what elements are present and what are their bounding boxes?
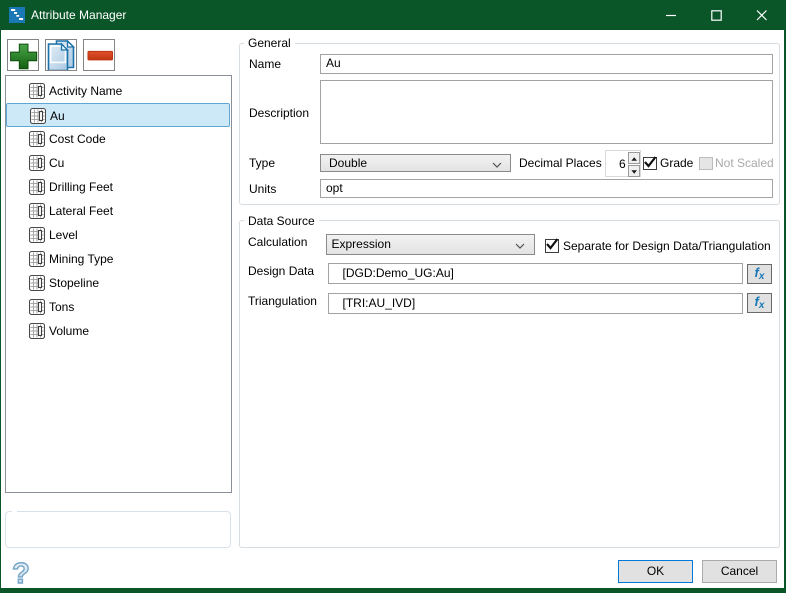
svg-text:?: ? [12, 558, 30, 586]
